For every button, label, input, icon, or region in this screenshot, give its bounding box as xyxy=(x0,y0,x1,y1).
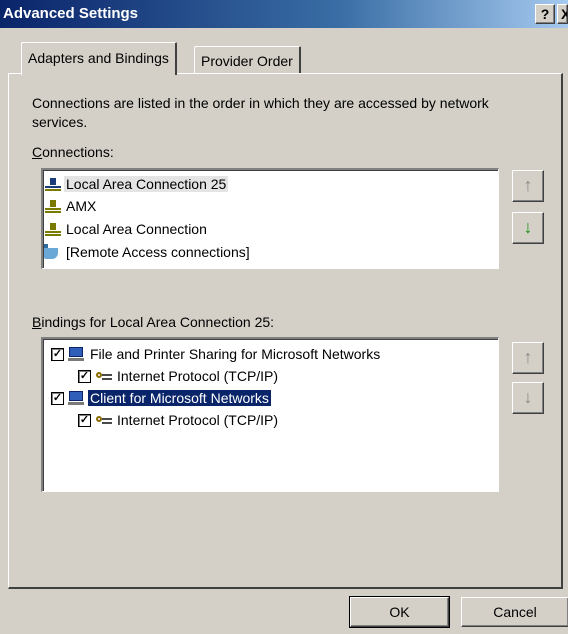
connections-label-accelerator: C xyxy=(32,144,43,160)
binding-item[interactable]: ✓ Client for Microsoft Networks xyxy=(51,386,272,408)
binding-item[interactable]: ✓ Internet Protocol (TCP/IP) xyxy=(78,364,280,386)
remote-access-icon xyxy=(43,244,63,260)
binding-label: File and Printer Sharing for Microsoft N… xyxy=(90,346,381,363)
connection-label: Local Area Connection xyxy=(66,221,207,238)
connection-item[interactable]: [Remote Access connections] xyxy=(43,240,252,262)
connection-item[interactable]: AMX xyxy=(43,194,98,216)
binding-checkbox[interactable]: ✓ xyxy=(78,369,91,383)
network-client-icon xyxy=(67,390,87,406)
binding-item[interactable]: ✓ Internet Protocol (TCP/IP) xyxy=(78,408,280,430)
binding-item[interactable]: ✓ File and Printer Sharing for Microsoft … xyxy=(51,342,382,364)
binding-label: Internet Protocol (TCP/IP) xyxy=(117,412,279,429)
bindings-label-accelerator: B xyxy=(32,314,42,330)
connection-label: [Remote Access connections] xyxy=(66,244,250,261)
arrow-up-icon: ↑ xyxy=(523,347,533,367)
tab-label: Provider Order xyxy=(201,53,293,69)
title-bar: Advanced Settings xyxy=(0,0,568,28)
binding-label: Internet Protocol (TCP/IP) xyxy=(117,368,279,385)
network-connection-icon xyxy=(43,176,63,192)
bindings-tree[interactable]: ✓ File and Printer Sharing for Microsoft … xyxy=(41,337,499,492)
protocol-icon xyxy=(94,412,114,428)
cancel-button-label: Cancel xyxy=(493,604,537,620)
tab-label: Adapters and Bindings xyxy=(28,50,169,66)
network-connection-icon xyxy=(43,221,63,237)
description-text: Connections are listed in the order in w… xyxy=(32,95,489,130)
cancel-button[interactable]: Cancel xyxy=(461,597,568,627)
binding-checkbox[interactable]: ✓ xyxy=(51,347,64,361)
tab-adapters-and-bindings[interactable]: Adapters and Bindings xyxy=(21,42,177,75)
move-connection-up-button[interactable]: ↑ xyxy=(512,170,544,202)
binding-checkbox[interactable]: ✓ xyxy=(78,413,91,427)
ok-button[interactable]: OK xyxy=(349,596,450,628)
connections-label: Connections: xyxy=(32,144,114,160)
protocol-icon xyxy=(94,368,114,384)
connection-label: Local Area Connection 25 xyxy=(64,176,229,193)
advanced-settings-dialog: Advanced Settings ? X Adapters and Bindi… xyxy=(0,0,568,634)
connections-label-text: onnections: xyxy=(42,144,114,160)
ok-button-label: OK xyxy=(389,604,410,620)
binding-checkbox[interactable]: ✓ xyxy=(51,391,64,405)
help-icon: ? xyxy=(540,6,550,22)
close-button[interactable]: X xyxy=(557,4,568,24)
connection-item[interactable]: Local Area Connection 25 xyxy=(43,172,229,194)
connection-label: AMX xyxy=(66,198,97,215)
move-binding-down-button[interactable]: ↓ xyxy=(512,382,544,414)
dialog-title: Advanced Settings xyxy=(3,5,139,22)
binding-label: Client for Microsoft Networks xyxy=(87,389,272,408)
help-button[interactable]: ? xyxy=(535,4,555,24)
connection-item[interactable]: Local Area Connection xyxy=(43,217,209,239)
move-binding-up-button[interactable]: ↑ xyxy=(512,342,544,374)
bindings-label: Bindings for Local Area Connection 25: xyxy=(32,314,274,330)
arrow-up-icon: ↑ xyxy=(523,175,533,195)
bindings-label-text: indings for Local Area Connection 25: xyxy=(41,314,275,330)
file-printer-sharing-icon xyxy=(67,346,87,362)
tab-provider-order[interactable]: Provider Order xyxy=(194,46,301,74)
connections-list[interactable]: Local Area Connection 25 AMX Local Area … xyxy=(41,168,499,269)
move-connection-down-button[interactable]: ↓ xyxy=(512,212,544,244)
close-icon: X xyxy=(561,6,567,22)
arrow-down-icon: ↓ xyxy=(523,387,533,407)
network-connection-icon xyxy=(43,198,63,214)
arrow-down-icon: ↓ xyxy=(523,217,533,237)
